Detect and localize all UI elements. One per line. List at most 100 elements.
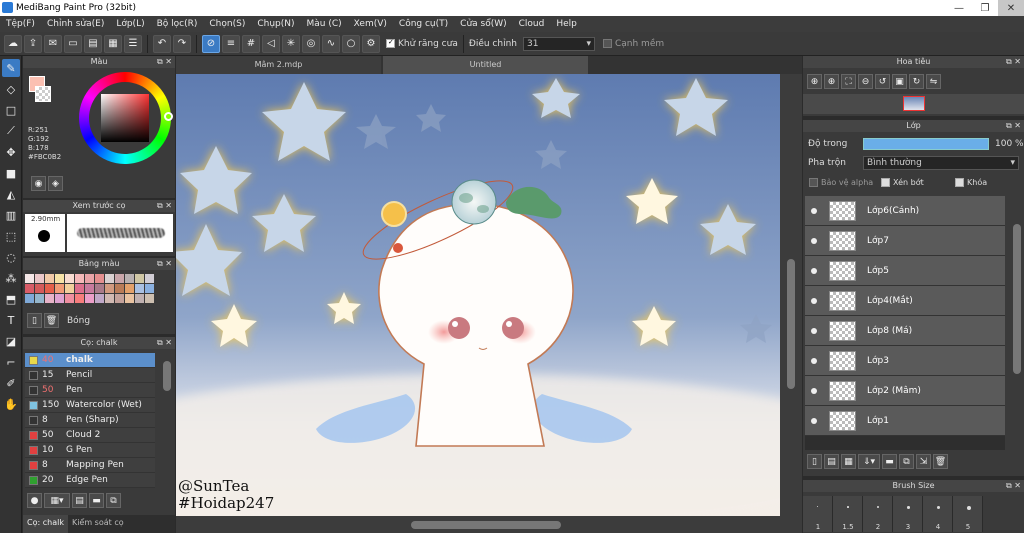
zoom-in-plus-icon[interactable]: ⊕ xyxy=(824,74,839,89)
palette-swatch[interactable] xyxy=(95,284,104,293)
folder-icon[interactable]: ▬ xyxy=(89,493,104,508)
redo-icon[interactable]: ↷ xyxy=(173,34,191,53)
popout-icon[interactable]: ⧉ ✕ xyxy=(157,56,172,68)
palette-swatch[interactable] xyxy=(105,284,114,293)
layer-row[interactable]: Lớp5 xyxy=(805,256,1005,286)
eye-icon[interactable] xyxy=(811,207,817,214)
palette-swatch[interactable] xyxy=(45,274,54,283)
menu-edit[interactable]: Chỉnh sửa(E) xyxy=(41,19,110,29)
copy-brush-icon[interactable]: ▤ xyxy=(72,493,87,508)
palette-swatch[interactable] xyxy=(45,284,54,293)
layer-row[interactable]: Lớp3 xyxy=(805,346,1005,376)
palette-swatch[interactable] xyxy=(65,284,74,293)
delete-color-icon[interactable]: 🗑 xyxy=(44,313,59,328)
palette-swatch[interactable] xyxy=(25,294,34,303)
palette-swatch[interactable] xyxy=(145,274,154,283)
brush-item[interactable]: 40 chalk xyxy=(25,353,155,368)
gradient-tool-icon[interactable]: ▥ xyxy=(2,206,20,224)
brush-item[interactable]: 20 Edge Pen xyxy=(25,473,155,488)
close-button[interactable]: ✕ xyxy=(998,0,1024,16)
new-text-layer-icon[interactable]: ▦ xyxy=(841,454,856,469)
menu-tools[interactable]: Công cụ(T) xyxy=(393,19,454,29)
palette-swatch[interactable] xyxy=(65,274,74,283)
palette-swatch[interactable] xyxy=(45,294,54,303)
brush-type-icon[interactable]: ▦▾ xyxy=(44,493,70,508)
correction-select[interactable]: 31 ▾ xyxy=(522,36,595,51)
palette-swatch[interactable] xyxy=(55,284,64,293)
flip-icon[interactable]: ⇋ xyxy=(926,74,941,89)
parallel-snap-icon[interactable]: ≡ xyxy=(222,34,240,53)
brush-item[interactable]: 10 G Pen xyxy=(25,443,155,458)
line-tool-icon[interactable]: ⟋ xyxy=(2,122,20,140)
new-layer-copy-icon[interactable]: ▤ xyxy=(824,454,839,469)
brush-item[interactable]: 50 Cloud 2 xyxy=(25,428,155,443)
smooth-edge-checkbox[interactable]: Cạnh mềm xyxy=(602,38,664,49)
menu-select[interactable]: Chọn(S) xyxy=(203,19,251,29)
palette-swatch[interactable] xyxy=(85,284,94,293)
layer-scrollbar[interactable] xyxy=(1013,224,1021,374)
concentric-snap-icon[interactable]: ◎ xyxy=(302,34,320,53)
palette-swatch[interactable] xyxy=(95,294,104,303)
snap-off-icon[interactable]: ⊘ xyxy=(202,34,220,53)
layer-folder-icon[interactable]: ▬ xyxy=(882,454,897,469)
rotate-left-icon[interactable]: ↺ xyxy=(875,74,890,89)
menu-layer[interactable]: Lớp(L) xyxy=(110,19,150,29)
brush-size-preset[interactable]: 1.5 xyxy=(833,496,863,532)
opacity-slider[interactable] xyxy=(863,138,989,150)
scroll-thumb[interactable] xyxy=(411,521,561,529)
menu-cloud[interactable]: Cloud xyxy=(513,19,551,29)
hue-ring[interactable] xyxy=(79,72,173,164)
fit-icon[interactable]: ⛶ xyxy=(841,74,856,89)
popout-icon[interactable]: ⧉ ✕ xyxy=(157,258,172,270)
eraser-tool-icon[interactable]: ◇ xyxy=(2,80,20,98)
text-tool-icon[interactable]: T xyxy=(2,311,20,329)
menu-help[interactable]: Help xyxy=(550,19,583,29)
brush-tool-icon[interactable]: ✎ xyxy=(2,59,20,77)
palette-swatch[interactable] xyxy=(85,274,94,283)
palette-swatch[interactable] xyxy=(115,284,124,293)
rect-tool-icon[interactable]: □ xyxy=(2,101,20,119)
layer-row[interactable]: Lớp7 xyxy=(805,226,1005,256)
clipping-checkbox[interactable]: Xén bớt xyxy=(881,178,924,187)
palette-swatch[interactable] xyxy=(135,284,144,293)
brush-item[interactable]: 50 Pen xyxy=(25,383,155,398)
palette-swatch[interactable] xyxy=(25,284,34,293)
layer-row[interactable]: Lớp1 xyxy=(805,406,1005,436)
palette-swatch[interactable] xyxy=(75,284,84,293)
tab-document-1[interactable]: Mâm 2.mdp xyxy=(176,56,381,74)
eye-icon[interactable] xyxy=(811,327,817,334)
palette-swatch[interactable] xyxy=(25,274,34,283)
rotate-right-icon[interactable]: ↻ xyxy=(909,74,924,89)
brush-item[interactable]: 15 Pencil xyxy=(25,368,155,383)
select-tool-icon[interactable]: ⬚ xyxy=(2,227,20,245)
saturation-square[interactable] xyxy=(101,94,149,142)
hue-marker[interactable] xyxy=(164,112,173,121)
zoom-in-icon[interactable]: ⊕ xyxy=(807,74,822,89)
tab-brush-control[interactable]: Kiểm soát cọ xyxy=(68,515,128,533)
doc-icon[interactable]: ▤ xyxy=(84,34,102,53)
magic-wand-icon[interactable]: ⁂ xyxy=(2,269,20,287)
eye-icon[interactable] xyxy=(811,297,817,304)
eye-icon[interactable] xyxy=(811,387,817,394)
duplicate-icon[interactable]: ⧉ xyxy=(106,493,121,508)
eye-icon[interactable] xyxy=(811,267,817,274)
tab-brush[interactable]: Cọ: chalk xyxy=(23,515,68,533)
move-tool-icon[interactable]: ✥ xyxy=(2,143,20,161)
settings-icon[interactable]: ⚙ xyxy=(362,34,380,53)
delete-layer-icon[interactable]: 🗑 xyxy=(933,454,948,469)
menu-view[interactable]: Xem(V) xyxy=(348,19,393,29)
palette-swatch[interactable] xyxy=(95,274,104,283)
merge-down-icon[interactable]: ⇲ xyxy=(916,454,931,469)
brush-size-preset[interactable]: 4 xyxy=(923,496,953,532)
add-brush-icon[interactable]: ● xyxy=(27,493,42,508)
color-palette-icon[interactable]: ◉ xyxy=(31,176,46,191)
brush-item[interactable]: 8 Mapping Pen xyxy=(25,458,155,473)
blend-mode-select[interactable]: Bình thường ▾ xyxy=(863,156,1019,170)
palette-swatch[interactable] xyxy=(35,294,44,303)
divide-tool-icon[interactable]: ◪ xyxy=(2,332,20,350)
palette-swatch[interactable] xyxy=(65,294,74,303)
palette-swatch[interactable] xyxy=(145,284,154,293)
grid-snap-icon[interactable]: # xyxy=(242,34,260,53)
popout-icon[interactable]: ⧉ ✕ xyxy=(157,337,172,349)
menu-filter[interactable]: Bộ lọc(R) xyxy=(151,19,204,29)
